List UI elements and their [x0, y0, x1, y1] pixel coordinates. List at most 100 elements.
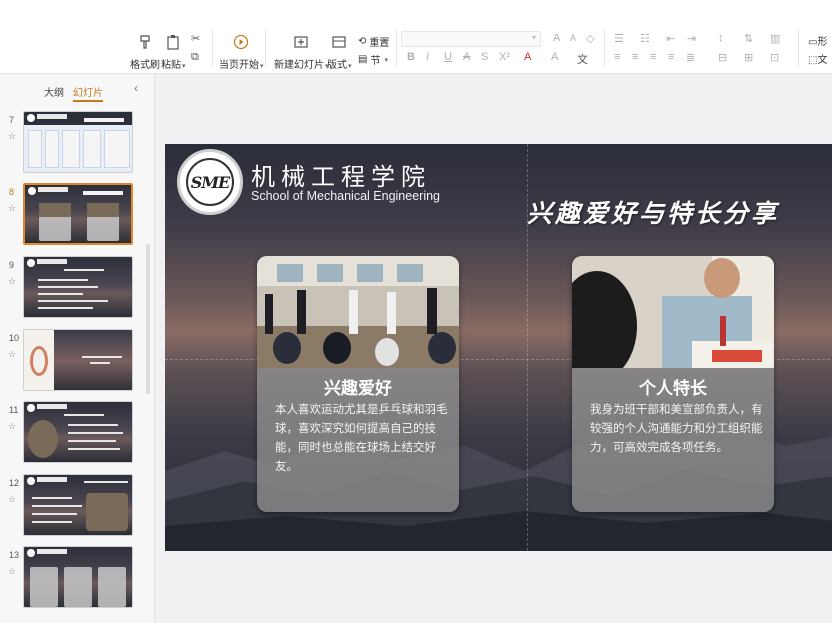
slide-number: 11	[9, 405, 19, 415]
cut-icon[interactable]: ✂	[191, 32, 200, 45]
interest-card[interactable]: 兴趣爱好 本人喜欢运动尤其是乒乓球和羽毛球，喜欢深究如何提高自己的技能，同时也总…	[257, 256, 459, 512]
align-left-icon[interactable]: ≡	[614, 51, 620, 63]
slide-number: 13	[9, 550, 20, 560]
distribute-icon[interactable]: ≣	[686, 51, 695, 64]
card-title: 个人特长	[639, 379, 707, 398]
divider	[798, 30, 799, 66]
reset-icon: ⟲	[358, 36, 367, 47]
thumbnail-image	[23, 546, 133, 608]
divider	[212, 30, 213, 66]
layout-icon	[329, 32, 349, 52]
chevron-down-icon: ▾	[182, 63, 186, 70]
card-photo	[572, 256, 774, 368]
text-direction-icon[interactable]: ⇅	[744, 32, 753, 45]
reset-label: 重置	[369, 38, 390, 49]
shadow-button[interactable]: S	[481, 51, 488, 63]
indent-decrease-icon[interactable]: ⇤	[666, 32, 675, 45]
font-name-input[interactable]: ▾	[401, 31, 541, 47]
thumbnail-image	[23, 111, 133, 173]
section-label: 节	[370, 56, 381, 67]
tab-outline[interactable]: 大纲	[44, 84, 64, 102]
layout-label: 版式	[327, 60, 347, 71]
star-icon[interactable]: ☆	[8, 421, 16, 432]
card-text: 本人喜欢运动尤其是乒乓球和羽毛球，喜欢深究如何提高自己的技能，同时也总能在球场上…	[275, 404, 448, 473]
paste-button[interactable]: 粘贴▾	[161, 32, 186, 71]
vertical-align-icon[interactable]: ⊟	[718, 51, 727, 64]
thumbnail-image	[23, 474, 133, 536]
tab-slides[interactable]: 幻灯片	[73, 84, 103, 102]
paste-label: 粘贴	[161, 60, 181, 71]
divider	[396, 30, 397, 66]
school-name-en: School of Mechanical Engineering	[251, 189, 441, 203]
superscript-button[interactable]: X²	[499, 51, 510, 63]
textbox-button[interactable]: ⬚文	[808, 51, 827, 66]
justify-icon[interactable]: ≡	[668, 51, 674, 63]
thumbnail-image	[23, 401, 133, 463]
thumbnail-image	[23, 329, 133, 391]
smart-art-icon[interactable]: ⊡	[770, 51, 779, 64]
slide-thumbnail-12[interactable]: 12 ☆	[0, 474, 146, 536]
panel-tabs: 大纲 幻灯片	[44, 84, 103, 102]
format-painter-label: 格式刷	[130, 60, 160, 71]
play-from-current-button[interactable]: 当页开始▾	[219, 32, 264, 71]
chevron-down-icon: ▾	[531, 33, 536, 42]
font-color-button[interactable]: A	[524, 51, 531, 63]
logo-mark: SME	[186, 158, 234, 206]
brush-icon	[135, 32, 155, 52]
strikethrough-button[interactable]: A	[463, 51, 470, 63]
layout-button[interactable]: 版式▾	[327, 32, 352, 71]
slide-thumbnail-11[interactable]: 11 ☆	[0, 401, 146, 463]
numbering-icon[interactable]: ☷	[640, 32, 650, 45]
star-icon[interactable]: ☆	[8, 494, 16, 505]
slide-thumbnail-7[interactable]: 7 ☆	[0, 111, 146, 173]
columns-icon[interactable]: ▥	[770, 32, 780, 45]
star-icon[interactable]: ☆	[8, 203, 16, 214]
bold-button[interactable]: B	[407, 51, 415, 63]
font-size-down-button[interactable]: A	[570, 33, 576, 43]
slide-title[interactable]: 兴趣爱好与特长分享	[527, 194, 779, 230]
align-right-icon[interactable]: ≡	[650, 51, 656, 63]
clear-format-icon[interactable]: ◇	[586, 32, 594, 45]
slide-thumbnail-8[interactable]: 8 ☆	[0, 183, 146, 245]
chevron-down-icon: ▾	[348, 63, 352, 70]
star-icon[interactable]: ☆	[8, 131, 16, 142]
underline-button[interactable]: U	[444, 51, 452, 63]
reset-button[interactable]: ⟲ 重置	[358, 34, 389, 49]
slide-panel: 大纲 幻灯片 ‹ 7 ☆ 8 ☆ 9 ☆ 10 ☆ 11 ☆ 12 ☆ 13 ☆	[0, 74, 155, 623]
editing-canvas[interactable]: SME 机械工程学院 School of Mechanical Engineer…	[155, 74, 832, 623]
slide-thumbnail-13[interactable]: 13 ☆	[0, 546, 146, 608]
slide-number: 8	[9, 187, 15, 197]
panel-scrollbar[interactable]	[146, 244, 150, 394]
more-text-button[interactable]: 文	[577, 51, 588, 67]
current-slide[interactable]: SME 机械工程学院 School of Mechanical Engineer…	[165, 144, 832, 551]
font-size-up-button[interactable]: A	[553, 32, 560, 44]
slide-thumbnail-10[interactable]: 10 ☆	[0, 329, 146, 391]
slide-number: 12	[9, 478, 20, 488]
shape-button[interactable]: ▭形	[808, 33, 827, 48]
indent-increase-icon[interactable]: ⇥	[687, 32, 696, 45]
collapse-panel-icon[interactable]: ‹	[134, 81, 138, 95]
school-name-cn: 机械工程学院	[251, 163, 431, 191]
play-icon	[231, 32, 251, 52]
play-from-current-label: 当页开始	[219, 60, 259, 71]
section-button[interactable]: ▤ 节 ▾	[358, 52, 388, 67]
slide-thumbnail-9[interactable]: 9 ☆	[0, 256, 146, 318]
format-painter-button[interactable]: 格式刷	[130, 32, 160, 71]
align-center-icon[interactable]: ≡	[632, 51, 638, 63]
specialty-card[interactable]: 个人特长 我身为班干部和美宣部负责人，有较强的个人沟通能力和分工组织能力，可高效…	[572, 256, 774, 512]
star-icon[interactable]: ☆	[8, 566, 16, 577]
star-icon[interactable]: ☆	[8, 349, 16, 360]
line-spacing-icon[interactable]: ↕	[718, 32, 724, 44]
highlight-button[interactable]: A	[551, 51, 558, 63]
italic-button[interactable]: I	[426, 51, 429, 63]
star-icon[interactable]: ☆	[8, 276, 16, 287]
text-fit-icon[interactable]: ⊞	[744, 51, 753, 64]
new-slide-button[interactable]: 新建幻灯片▾	[274, 32, 329, 71]
section-icon: ▤	[358, 54, 368, 65]
bullets-icon[interactable]: ☰	[614, 32, 624, 45]
card-text: 我身为班干部和美宣部负责人，有较强的个人沟通能力和分工组织能力，可高效完成各项任…	[590, 404, 763, 454]
school-logo: SME	[177, 149, 243, 215]
clipboard-icon	[163, 32, 183, 52]
copy-icon[interactable]: ⧉	[191, 51, 199, 64]
card-photo	[257, 256, 459, 368]
